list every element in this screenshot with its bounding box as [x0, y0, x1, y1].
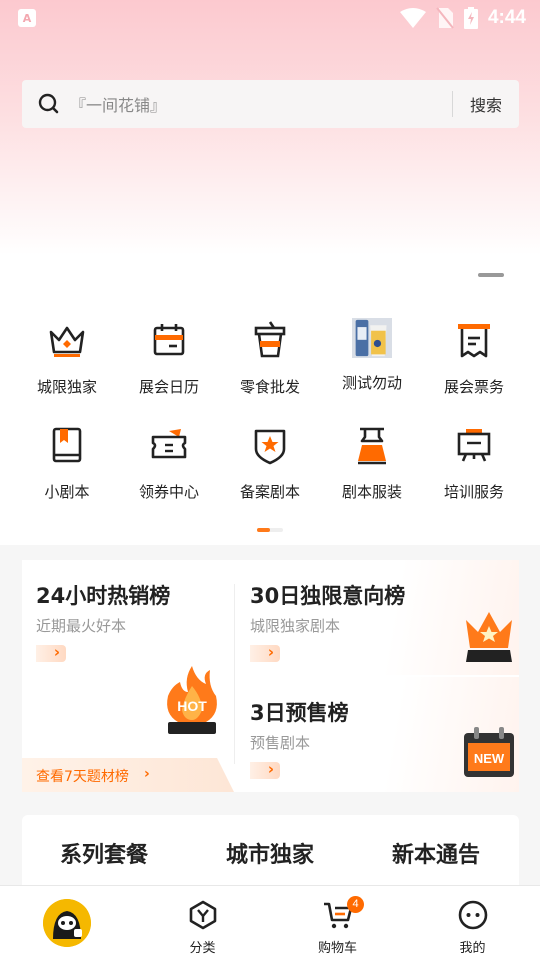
- category-label: 城限独家: [36, 378, 97, 396]
- category-label: 展会票务: [443, 378, 504, 396]
- category-grid: 城限独家 展会日历 零食批发 测试勿动 展会票务 小剧本 领券中心 备案剧本 剧…: [0, 300, 540, 545]
- ranking-section: 24小时热销榜 近期最火好本 › HOT 查看7天题材榜 › 30日独限意向榜 城…: [22, 560, 519, 792]
- category-label: 展会日历: [138, 378, 199, 396]
- chevron-right-icon[interactable]: ›: [250, 760, 280, 779]
- book-icon: [52, 427, 82, 463]
- cup-icon: [254, 321, 286, 358]
- nav-cart-label: 购物车: [317, 941, 357, 956]
- category-item-registered[interactable]: 备案剧本: [218, 423, 322, 502]
- banner-indicator: [478, 273, 504, 277]
- chevron-right-icon[interactable]: ›: [36, 643, 66, 662]
- presale-3d-subtitle: 预售剧本: [250, 734, 311, 752]
- clock: 4:44: [487, 7, 526, 28]
- category-item-test[interactable]: 测试勿动: [320, 318, 424, 393]
- category-item-tickets[interactable]: 展会票务: [422, 318, 526, 397]
- hot-badge-text: HOT: [177, 698, 207, 714]
- wifi-icon: [399, 8, 426, 28]
- category-label: 领券中心: [138, 483, 199, 501]
- category-item-training[interactable]: 培训服务: [422, 423, 526, 502]
- category-label: 小剧本: [44, 483, 90, 501]
- shield-star-icon: [254, 429, 286, 465]
- exclusive-30d-subtitle: 城限独家剧本: [250, 617, 341, 635]
- presale-3d-card[interactable]: 3日预售榜 预售剧本 › NEW: [236, 677, 519, 792]
- category-label: 零食批发: [239, 378, 300, 396]
- battery-icon: [463, 7, 478, 29]
- search-icon: [38, 93, 59, 114]
- hot-24h-subtitle: 近期最火好本: [36, 617, 127, 635]
- tab-new-release[interactable]: 新本通告: [371, 837, 501, 895]
- exclusive-30d-title: 30日独限意向榜: [250, 584, 406, 608]
- hot-24h-card[interactable]: 24小时热销榜 近期最火好本 › HOT 查看7天题材榜 ›: [22, 560, 234, 792]
- search-button[interactable]: 搜索: [453, 92, 519, 116]
- chevron-right-icon[interactable]: ›: [250, 643, 280, 662]
- dress-icon: [358, 427, 386, 465]
- category-item-exclusive[interactable]: 城限独家: [15, 318, 119, 397]
- status-bar: A 4:44: [0, 0, 540, 36]
- coupon-icon: [151, 429, 187, 459]
- search-input[interactable]: 『一间花铺』: [70, 92, 452, 116]
- presale-3d-title: 3日预售榜: [250, 701, 349, 725]
- category-icon: [189, 900, 216, 930]
- cart-count-badge: 4: [347, 896, 364, 913]
- tab-city-exclusive[interactable]: 城市独家: [205, 837, 335, 895]
- avatar-home-icon: [43, 899, 91, 947]
- category-label: 备案剧本: [239, 483, 300, 501]
- view-7day-link[interactable]: 查看7天题材榜 ›: [22, 758, 234, 792]
- search-bar[interactable]: 『一间花铺』 搜索: [22, 80, 519, 128]
- board-icon: [457, 429, 491, 462]
- card-divider: [234, 584, 235, 764]
- bottom-nav: 分类 购物车 4 我的: [0, 885, 540, 960]
- category-label: 培训服务: [443, 483, 504, 501]
- category-page-indicator: [257, 528, 283, 532]
- nav-category[interactable]: 分类: [135, 886, 270, 960]
- nav-category-label: 分类: [189, 941, 216, 956]
- category-label: 剧本服装: [341, 483, 402, 501]
- section-tabs: 系列套餐 城市独家 新本通告: [22, 815, 519, 895]
- category-item-costume[interactable]: 剧本服装: [320, 423, 424, 502]
- view-7day-label: 查看7天题材榜: [36, 769, 129, 785]
- new-badge-text: NEW: [474, 751, 505, 766]
- no-sim-icon: [436, 7, 454, 29]
- nav-profile[interactable]: 我的: [405, 886, 540, 960]
- exclusive-30d-card[interactable]: 30日独限意向榜 城限独家剧本 ›: [236, 560, 519, 675]
- tab-series-package[interactable]: 系列套餐: [39, 837, 169, 895]
- beer-photo: [352, 318, 392, 358]
- hot-24h-title: 24小时热销榜: [36, 584, 171, 608]
- ticket-icon: [458, 324, 490, 358]
- nav-profile-label: 我的: [459, 941, 486, 956]
- hero-banner[interactable]: [0, 0, 540, 300]
- category-item-small-script[interactable]: 小剧本: [15, 423, 119, 502]
- category-item-calendar[interactable]: 展会日历: [117, 318, 221, 397]
- category-label: 测试勿动: [341, 374, 402, 392]
- app-notification-icon: A: [18, 9, 36, 27]
- nav-home[interactable]: [0, 886, 135, 960]
- new-calendar-icon: NEW: [464, 727, 514, 777]
- hot-flame-icon: HOT: [167, 666, 217, 734]
- calendar-icon: [153, 324, 185, 356]
- profile-icon: [458, 900, 487, 930]
- category-item-coupons[interactable]: 领券中心: [117, 423, 221, 502]
- category-item-snacks[interactable]: 零食批发: [218, 318, 322, 397]
- crown-trophy-icon: [466, 612, 512, 662]
- nav-cart[interactable]: 购物车: [270, 886, 405, 960]
- crown-icon: [49, 326, 85, 357]
